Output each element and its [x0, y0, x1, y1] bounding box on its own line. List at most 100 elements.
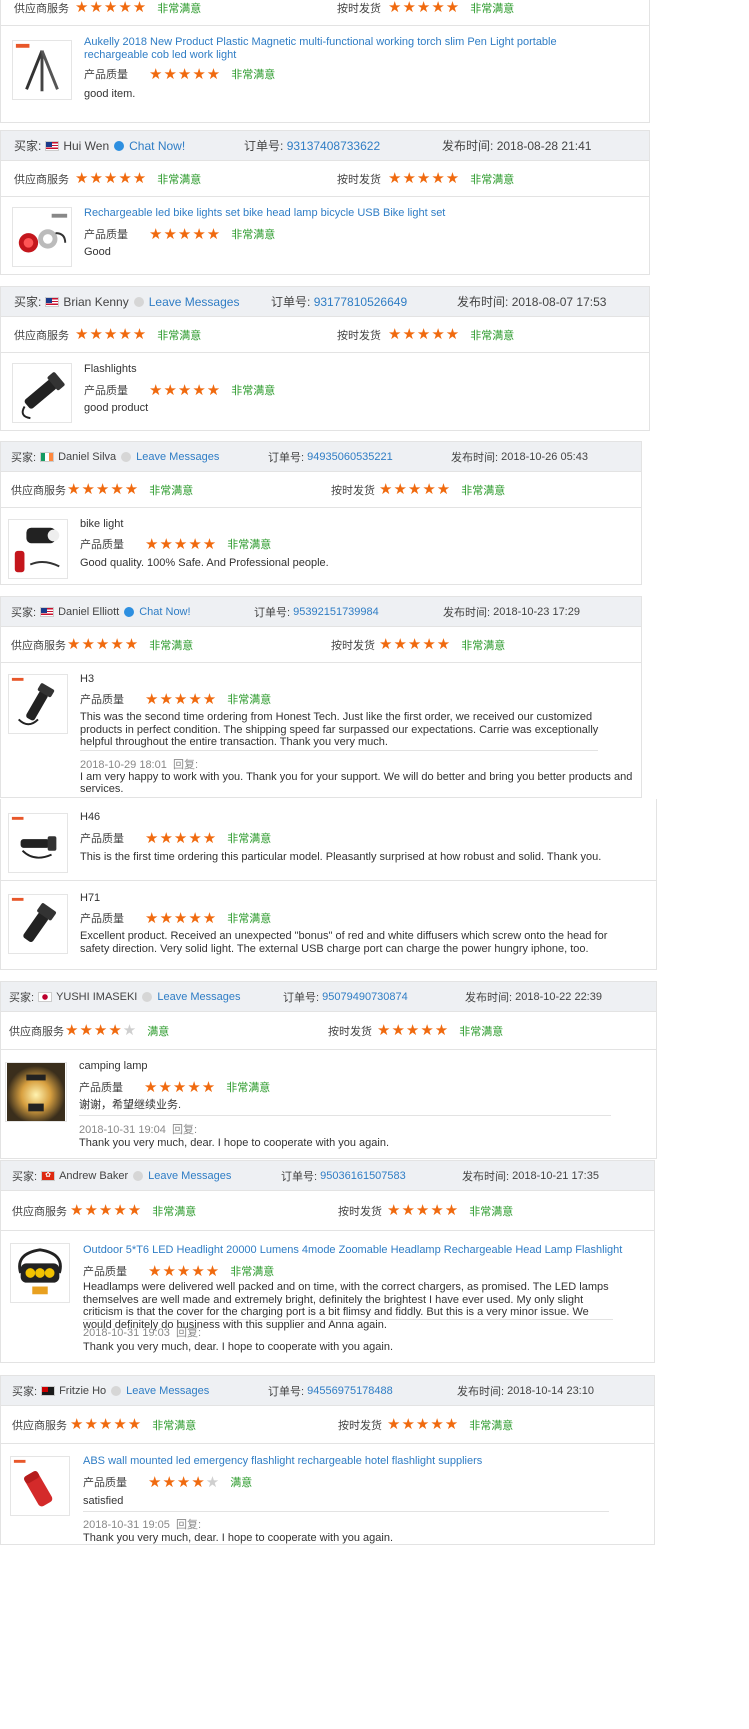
review-text: This is the first time ordering this par…	[80, 851, 602, 863]
product-quality-label: 产品质量	[79, 1082, 123, 1094]
rating-grade: 非常满意	[227, 694, 272, 706]
flashlight-icon[interactable]	[12, 363, 72, 423]
divider	[80, 750, 598, 751]
rating-grade: 非常满意	[470, 329, 515, 342]
emergency-flashlight-icon[interactable]	[10, 1456, 70, 1516]
product-title-link[interactable]: ABS wall mounted led emergency flashligh…	[83, 1455, 623, 1468]
star-rating: ★★★★★	[145, 909, 218, 927]
product-quality-row: 产品质量 ★★★★★ 非常满意	[84, 382, 275, 398]
reply-date-value: 2018-10-31 19:03	[83, 1327, 170, 1339]
product-quality-label: 产品质量	[80, 913, 124, 925]
hongkong-flag-icon	[41, 1170, 56, 1181]
product-title-link[interactable]: Aukelly 2018 New Product Plastic Magneti…	[84, 36, 614, 62]
reply-label: 回复:	[175, 1327, 202, 1339]
star-rating: ★★★★★	[67, 481, 140, 498]
order-number-link[interactable]: 95392151739984	[293, 606, 379, 618]
pen-light-icon[interactable]	[12, 40, 72, 100]
bike-light-icon[interactable]	[8, 519, 68, 579]
published-label: 发布时间:	[457, 1385, 505, 1398]
reply-text: Thank you very much, dear. I hope to coo…	[79, 1137, 390, 1149]
review-text: Good quality. 100% Safe. And Professiona…	[80, 557, 329, 569]
rating-grade: 非常满意	[152, 1205, 197, 1218]
star-rating: ★★★★★	[144, 1078, 217, 1096]
bike-light-icon[interactable]	[12, 207, 72, 267]
message-icon[interactable]	[111, 1385, 122, 1396]
review-header: 买家: Hui Wen Chat Now! 订单号: 93137408733622 …	[1, 131, 649, 161]
rating-grade: 非常满意	[461, 639, 506, 652]
chat-now-link[interactable]: Chat Now!	[139, 606, 190, 618]
order-number-link[interactable]: 93137408733622	[287, 139, 380, 153]
leave-messages-link[interactable]: Leave Messages	[157, 991, 240, 1003]
rating-grade: 非常满意	[231, 385, 276, 397]
divider	[83, 1511, 609, 1512]
camping-lamp-icon[interactable]	[5, 1062, 67, 1122]
published-label: 发布时间:	[465, 991, 513, 1004]
order-number-link[interactable]: 95036161507583	[320, 1170, 406, 1182]
order-number-link[interactable]: 94556975178488	[307, 1385, 393, 1397]
star-rating: ★★★★★	[75, 170, 148, 187]
flashlight-icon[interactable]	[8, 894, 68, 954]
buyer-name: Andrew Baker	[59, 1169, 129, 1182]
review-header: 买家: Daniel Elliott Chat Now! 订单号: 95392151…	[1, 597, 641, 627]
star-rating: ★★★★★	[149, 225, 222, 243]
rating-grade: 满意	[230, 1477, 253, 1489]
order-number-link[interactable]: 93177810526649	[314, 295, 407, 309]
published-label: 发布时间:	[443, 606, 491, 619]
message-icon[interactable]	[133, 1170, 144, 1181]
published-time: 2018-10-14 23:10	[507, 1384, 594, 1397]
rating-grade: 非常满意	[149, 639, 194, 652]
review-header: 买家: Brian Kenny Leave Messages 订单号: 931778…	[1, 287, 649, 317]
order-number-link[interactable]: 95079490730874	[322, 991, 408, 1003]
flashlight-icon[interactable]	[8, 813, 68, 873]
star-rating: ★★★★★	[145, 535, 218, 553]
order-label: 订单号:	[244, 139, 284, 153]
leave-messages-link[interactable]: Leave Messages	[148, 1170, 231, 1182]
reply-label: 回复:	[172, 759, 199, 771]
leave-messages-link[interactable]: Leave Messages	[149, 295, 240, 309]
supplier-service-label: 供应商服务	[14, 2, 69, 15]
reply-date-value: 2018-10-31 19:04	[79, 1124, 166, 1136]
headlamp-icon[interactable]	[10, 1243, 70, 1303]
product-title-link[interactable]: Outdoor 5*T6 LED Headlight 20000 Lumens …	[83, 1244, 623, 1257]
review-text: Good	[84, 246, 111, 258]
star-rating: ★★★★★	[379, 481, 452, 498]
buyer-label: 买家:	[12, 1385, 38, 1398]
flashlight-icon[interactable]	[8, 674, 68, 734]
product-quality-label: 产品质量	[80, 539, 124, 551]
leave-messages-link[interactable]: Leave Messages	[136, 451, 219, 463]
product-quality-label: 产品质量	[84, 229, 128, 241]
review-card: 买家: Daniel Silva Leave Messages 订单号: 94935…	[0, 441, 642, 585]
on-time-delivery-label: 按时发货	[338, 1419, 382, 1432]
leave-messages-link[interactable]: Leave Messages	[126, 1385, 209, 1397]
star-rating: ★★★★★	[388, 0, 461, 16]
product-quality-row: 产品质量 ★★★★★ 非常满意	[83, 1263, 274, 1279]
supplier-service-label: 供应商服务	[11, 639, 66, 652]
star-rating: ★★★★★	[387, 1416, 460, 1433]
chat-now-link[interactable]: Chat Now!	[129, 139, 185, 153]
divider	[83, 1319, 613, 1320]
buyer-name: Daniel Elliott	[58, 605, 120, 618]
rating-grade: 非常满意	[459, 1025, 504, 1038]
product-quality-row: 产品质量 ★★★★★ 非常满意	[79, 1079, 270, 1095]
divider	[79, 1115, 611, 1116]
message-icon[interactable]	[133, 296, 144, 307]
order-number-link[interactable]: 94935060535221	[307, 451, 393, 463]
buyer-label: 买家:	[12, 1170, 38, 1183]
published-label: 发布时间:	[442, 139, 494, 153]
rating-grade: 非常满意	[227, 833, 272, 845]
product-quality-row: 产品质量 ★★★★★ 非常满意	[84, 226, 275, 242]
chat-icon[interactable]	[124, 606, 135, 617]
review-header: 买家: Daniel Silva Leave Messages 订单号: 94935…	[1, 442, 641, 472]
rating-row: 供应商服务 ★★★★★ 非常满意 按时发货 ★★★★★ 非常满意	[1, 161, 649, 197]
published-time: 2018-10-22 22:39	[515, 990, 602, 1003]
message-icon[interactable]	[142, 991, 153, 1002]
star-rating: ★★★★★	[70, 1416, 143, 1433]
chat-icon[interactable]	[114, 140, 125, 151]
order-label: 订单号:	[254, 606, 291, 619]
review-card: 买家: Andrew Baker Leave Messages 订单号: 95036…	[0, 1160, 655, 1363]
review-text: satisfied	[83, 1495, 124, 1507]
message-icon[interactable]	[121, 451, 132, 462]
star-rating: ★★★★★	[388, 170, 461, 187]
product-title-link[interactable]: Rechargeable led bike lights set bike he…	[84, 207, 614, 220]
review-header: 买家: Andrew Baker Leave Messages 订单号: 95036…	[1, 1161, 654, 1191]
